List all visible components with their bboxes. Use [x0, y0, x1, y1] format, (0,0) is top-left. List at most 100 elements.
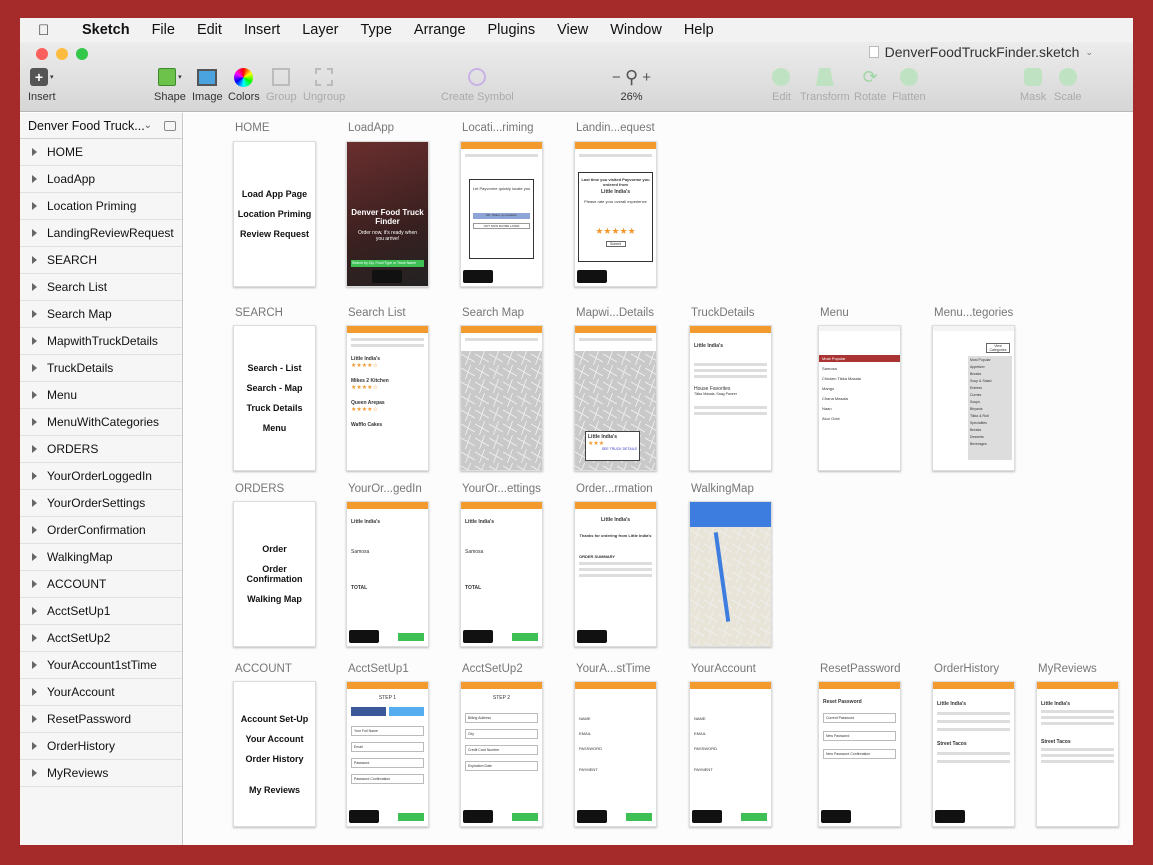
edit-button[interactable]: Edit — [772, 66, 791, 103]
artboard-label-orderlogged[interactable]: YourOr...gedIn — [348, 483, 422, 495]
sidebar-item[interactable]: SEARCH — [20, 247, 182, 274]
artboard-label-youraccount[interactable]: YourAccount — [691, 663, 756, 675]
page-selector[interactable]: Denver Food Truck... ⌄ — [20, 113, 182, 139]
disclosure-triangle-icon[interactable] — [32, 337, 37, 345]
artboard-menu[interactable]: Most Popular Samosa Chicken Tikka Masala… — [818, 325, 901, 471]
sidebar-item[interactable]: YourAccount1stTime — [20, 652, 182, 679]
menu-insert[interactable]: Insert — [244, 22, 280, 38]
disclosure-triangle-icon[interactable] — [32, 580, 37, 588]
sidebar-item[interactable]: ACCOUNT — [20, 571, 182, 598]
artboard-label-confirmation[interactable]: Order...rmation — [576, 483, 653, 495]
artboard-label-reviews[interactable]: MyReviews — [1038, 663, 1097, 675]
document-title[interactable]: DenverFoodTruckFinder.sketch ⌄ — [868, 44, 1093, 60]
disclosure-triangle-icon[interactable] — [32, 499, 37, 507]
colors-button[interactable]: Colors — [228, 66, 260, 103]
disclosure-triangle-icon[interactable] — [32, 715, 37, 723]
disclosure-triangle-icon[interactable] — [32, 229, 37, 237]
artboard-label-orders[interactable]: ORDERS — [235, 483, 284, 495]
sidebar-item[interactable]: Search Map — [20, 301, 182, 328]
flatten-button[interactable]: Flatten — [892, 66, 926, 103]
zoom-control[interactable]: − ⚲ + 26% — [612, 66, 651, 104]
scale-button[interactable]: Scale — [1054, 66, 1082, 103]
artboard-label-reset[interactable]: ResetPassword — [820, 663, 901, 675]
sidebar-item[interactable]: MyReviews — [20, 760, 182, 787]
disclosure-triangle-icon[interactable] — [32, 526, 37, 534]
artboard-label-mapdetails[interactable]: Mapwi...Details — [576, 307, 654, 319]
ungroup-button[interactable]: Ungroup — [303, 66, 345, 103]
artboard-label-loadapp[interactable]: LoadApp — [348, 122, 394, 134]
sidebar-item[interactable]: MenuWithCategories — [20, 409, 182, 436]
artboard-acct-setup-1[interactable]: STEP 1 Your Full Name Email Password Pas… — [346, 681, 429, 827]
disclosure-triangle-icon[interactable] — [32, 148, 37, 156]
artboard-label-menucat[interactable]: Menu...tegories — [934, 307, 1013, 319]
sidebar-item[interactable]: WalkingMap — [20, 544, 182, 571]
artboard-truck-details[interactable]: Little India's House Favorites Tikka Mas… — [689, 325, 772, 471]
disclosure-triangle-icon[interactable] — [32, 661, 37, 669]
app-menu[interactable]: Sketch — [82, 22, 130, 38]
disclosure-triangle-icon[interactable] — [32, 634, 37, 642]
sidebar-item[interactable]: YourOrderLoggedIn — [20, 463, 182, 490]
disclosure-triangle-icon[interactable] — [32, 310, 37, 318]
zoom-in-button[interactable]: + — [642, 69, 651, 86]
sidebar-item[interactable]: YourOrderSettings — [20, 490, 182, 517]
sidebar-item[interactable]: OrderHistory — [20, 733, 182, 760]
artboard-search-map[interactable] — [460, 325, 543, 471]
artboard-order-logged-in[interactable]: Little India's Samosa TOTAL — [346, 501, 429, 647]
sidebar-item[interactable]: LoadApp — [20, 166, 182, 193]
insert-button[interactable]: + ▾ Insert — [28, 66, 56, 103]
disclosure-triangle-icon[interactable] — [32, 607, 37, 615]
zoom-out-button[interactable]: − — [612, 69, 621, 86]
sidebar-item[interactable]: OrderConfirmation — [20, 517, 182, 544]
apple-icon[interactable]:  — [38, 22, 60, 39]
sidebar-item[interactable]: Location Priming — [20, 193, 182, 220]
artboard-location-priming[interactable]: Let Payvorme quickly locate you OK, Shar… — [460, 141, 543, 287]
image-button[interactable]: Image — [192, 66, 223, 103]
sidebar-item[interactable]: ResetPassword — [20, 706, 182, 733]
artboard-home[interactable]: Load App Page Location Priming Review Re… — [233, 141, 316, 287]
disclosure-triangle-icon[interactable] — [32, 202, 37, 210]
artboard-walking-map[interactable] — [689, 501, 772, 647]
disclosure-triangle-icon[interactable] — [32, 553, 37, 561]
sidebar-item[interactable]: AcctSetUp1 — [20, 598, 182, 625]
sidebar-item[interactable]: ORDERS — [20, 436, 182, 463]
close-window-button[interactable] — [36, 48, 48, 60]
artboard-label-landing[interactable]: Landin...equest — [576, 122, 655, 134]
menu-window[interactable]: Window — [610, 22, 662, 38]
menu-view[interactable]: View — [557, 22, 588, 38]
sidebar-item[interactable]: TruckDetails — [20, 355, 182, 382]
artboard-order-history[interactable]: Little India's Street Tacos — [932, 681, 1015, 827]
disclosure-triangle-icon[interactable] — [32, 472, 37, 480]
artboard-label-firsttime[interactable]: YourA...stTime — [576, 663, 651, 675]
artboard-label-menu[interactable]: Menu — [820, 307, 849, 319]
menu-plugins[interactable]: Plugins — [488, 22, 536, 38]
sidebar-item[interactable]: Search List — [20, 274, 182, 301]
canvas[interactable]: HOME Load App Page Location Priming Revi… — [184, 113, 1133, 845]
artboard-order-settings[interactable]: Little India's Samosa TOTAL — [460, 501, 543, 647]
menu-file[interactable]: File — [152, 22, 175, 38]
disclosure-triangle-icon[interactable] — [32, 418, 37, 426]
disclosure-triangle-icon[interactable] — [32, 175, 37, 183]
artboard-search[interactable]: Search - List Search - Map Truck Details… — [233, 325, 316, 471]
disclosure-triangle-icon[interactable] — [32, 742, 37, 750]
sidebar-item[interactable]: MapwithTruckDetails — [20, 328, 182, 355]
sidebar-item[interactable]: HOME — [20, 139, 182, 166]
group-button[interactable]: Group — [266, 66, 297, 103]
disclosure-triangle-icon[interactable] — [32, 391, 37, 399]
artboard-label-locpriming[interactable]: Locati...riming — [462, 122, 534, 134]
artboard-label-setup2[interactable]: AcctSetUp2 — [462, 663, 523, 675]
zoom-window-button[interactable] — [76, 48, 88, 60]
rotate-button[interactable]: ⟳ Rotate — [854, 66, 886, 104]
sidebar-item[interactable]: AcctSetUp2 — [20, 625, 182, 652]
menu-arrange[interactable]: Arrange — [414, 22, 466, 38]
transform-button[interactable]: Transform — [800, 66, 850, 103]
shape-button[interactable]: ▾ Shape — [154, 66, 186, 103]
artboard-label-setup1[interactable]: AcctSetUp1 — [348, 663, 409, 675]
disclosure-triangle-icon[interactable] — [32, 256, 37, 264]
disclosure-triangle-icon[interactable] — [32, 445, 37, 453]
menu-help[interactable]: Help — [684, 22, 714, 38]
disclosure-triangle-icon[interactable] — [32, 283, 37, 291]
artboard-label-account[interactable]: ACCOUNT — [235, 663, 292, 675]
artboard-loadapp[interactable]: Denver Food Truck Finder Order now, it's… — [346, 141, 429, 287]
sidebar-item[interactable]: Menu — [20, 382, 182, 409]
menu-layer[interactable]: Layer — [302, 22, 338, 38]
